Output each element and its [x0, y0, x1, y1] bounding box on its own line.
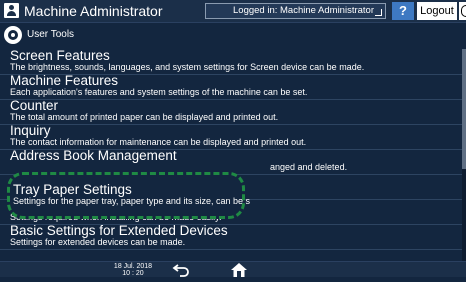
energy-saver-icon	[461, 5, 466, 17]
highlighted-item-desc: Settings for the paper tray, paper type …	[13, 196, 250, 206]
sub-header-title: User Tools	[27, 29, 75, 40]
list-item-desc: The total amount of printed paper can be…	[10, 112, 279, 122]
scrollbar-thumb[interactable]	[462, 49, 466, 169]
list-item-desc: Each application's features and system s…	[10, 87, 308, 97]
logout-button[interactable]: Logout	[417, 2, 457, 20]
highlighted-tray-paper-settings[interactable]: Tray Paper Settings Settings for the pap…	[7, 172, 250, 219]
sub-header: User Tools	[0, 23, 466, 48]
back-icon[interactable]	[172, 262, 192, 277]
list-item-inquiry[interactable]: Inquiry The contact information for main…	[0, 124, 462, 150]
list-item-screen-features[interactable]: Screen Features The brightness, sounds, …	[0, 49, 462, 75]
list-item-name: Screen Features	[10, 49, 110, 63]
settings-list: Screen Features The brightness, sounds, …	[0, 49, 466, 261]
list-item-counter[interactable]: Counter The total amount of printed pape…	[0, 99, 462, 125]
list-item-machine-features[interactable]: Machine Features Each application's feat…	[0, 74, 462, 100]
list-item-name: Machine Features	[10, 73, 119, 88]
user-tools-icon	[4, 26, 22, 44]
top-bar: Machine Administrator Logged in: Machine…	[0, 0, 466, 23]
date-time: 18 Jul. 2018 10 : 20	[113, 263, 153, 277]
home-icon[interactable]	[230, 262, 248, 277]
list-item-name: Address Book Management	[10, 148, 177, 163]
bottom-bar: 18 Jul. 2018 10 : 20	[0, 261, 466, 277]
list-item-name: Counter	[10, 98, 59, 113]
user-icon	[4, 3, 19, 18]
list-item-name: Basic Settings for Extended Devices	[10, 223, 228, 238]
date-text: 18 Jul. 2018	[113, 263, 153, 270]
list-item-extended-devices[interactable]: Basic Settings for Extended Devices Sett…	[0, 224, 462, 250]
list-item-desc: The contact information for maintenance …	[10, 137, 307, 147]
resize-corner-icon	[375, 9, 382, 16]
list-item-desc: The brightness, sounds, languages, and s…	[10, 62, 365, 72]
scrollbar[interactable]	[462, 49, 466, 261]
login-status-text: Logged in: Machine Administrator	[233, 5, 374, 16]
list-item-desc: Settings for extended devices can be mad…	[10, 237, 186, 247]
list-item-name: Inquiry	[10, 123, 51, 138]
highlighted-item-name: Tray Paper Settings	[13, 182, 132, 197]
help-button[interactable]: ?	[392, 2, 414, 20]
app-title: Machine Administrator	[24, 3, 163, 19]
list-item-desc: anged and deleted.	[270, 162, 348, 172]
login-status: Logged in: Machine Administrator	[205, 3, 386, 19]
energy-saver-button[interactable]	[459, 2, 466, 20]
